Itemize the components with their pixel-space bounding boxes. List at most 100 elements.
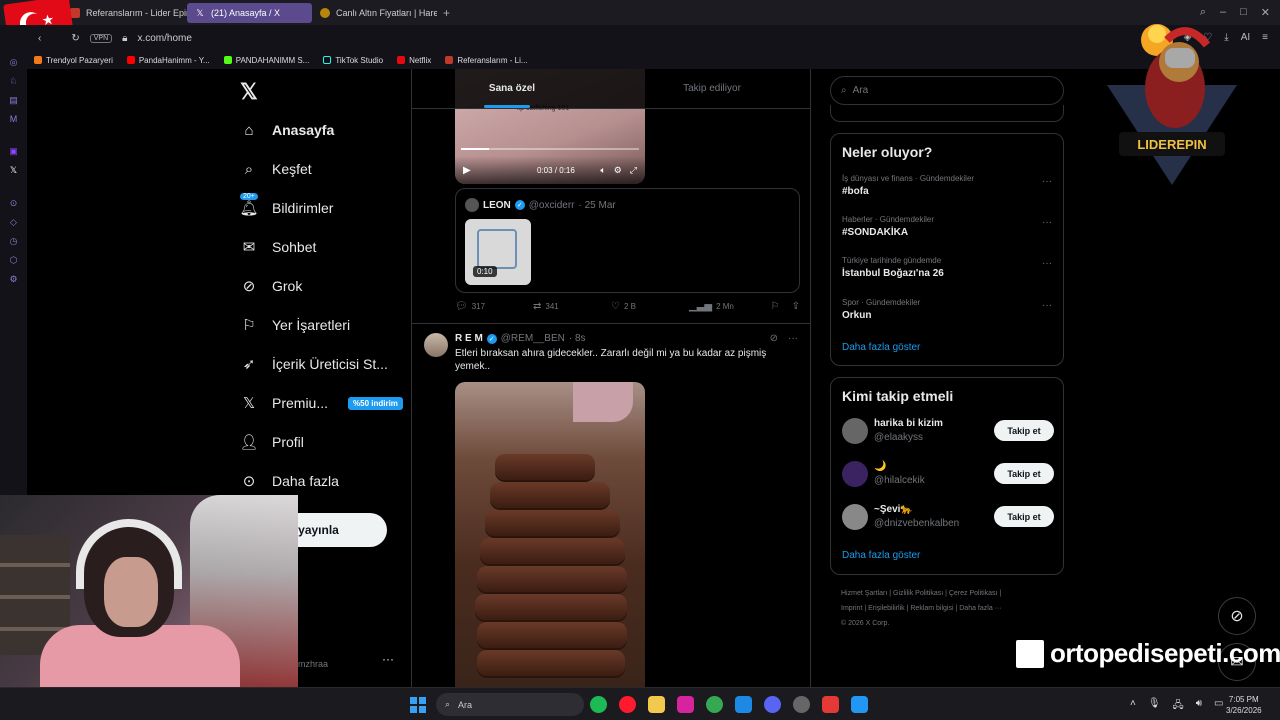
video-settings-icon[interactable]: ⚙ bbox=[614, 165, 622, 176]
reply-button[interactable]: 💬︎ 317 bbox=[455, 301, 533, 312]
more-icon[interactable]: ··· bbox=[788, 333, 798, 344]
more-icon[interactable]: ··· bbox=[1042, 258, 1052, 269]
battery-icon[interactable]: ▭ bbox=[1214, 698, 1223, 715]
menu-icon[interactable]: ≡ bbox=[1262, 32, 1268, 43]
avatar[interactable] bbox=[842, 504, 868, 530]
instagram-icon[interactable] bbox=[677, 696, 694, 713]
app-icon[interactable] bbox=[822, 696, 839, 713]
sidebar-icon-7[interactable]: ⬡ bbox=[10, 255, 18, 266]
video-progress-bar[interactable] bbox=[461, 148, 639, 150]
trend-item[interactable]: Spor · Gündemdekiler Orkun ··· bbox=[842, 298, 1052, 321]
reload-icon[interactable]: ↻ bbox=[71, 33, 79, 44]
bookmark-referanslarim[interactable]: Referanslarım - Li... bbox=[445, 56, 528, 65]
spotify-icon[interactable] bbox=[590, 696, 607, 713]
tab-referanslarim[interactable]: Referanslarım - Lider Epin bbox=[62, 3, 187, 23]
quoted-author-handle[interactable]: @oxciderr bbox=[529, 200, 575, 211]
maximize-icon[interactable]: □ bbox=[1240, 6, 1247, 19]
show-more-link[interactable]: Daha fazla göster bbox=[842, 550, 920, 561]
follow-suggestion[interactable]: 🌙 @hilalcekik Takip et bbox=[842, 459, 1054, 489]
account-more-icon[interactable]: ··· bbox=[382, 652, 394, 666]
follow-button[interactable]: Takip et bbox=[994, 463, 1054, 484]
grok-float-button[interactable]: ⊘ bbox=[1218, 597, 1256, 635]
network-icon[interactable]: 🖧︎ bbox=[1173, 698, 1184, 715]
bookmark-trendyol[interactable]: Trendyol Pazaryeri bbox=[34, 56, 113, 65]
taskbar-search[interactable]: ⌕ Ara bbox=[436, 693, 584, 716]
nav-more[interactable]: ⊙ Daha fazla bbox=[240, 469, 339, 493]
tab-for-you[interactable]: Sana özel bbox=[412, 69, 612, 108]
bookmark-tiktok[interactable]: TikTok Studio bbox=[323, 56, 383, 65]
share-icon[interactable]: ⇪ bbox=[792, 301, 800, 312]
url-field[interactable]: x.com/home bbox=[137, 33, 191, 44]
sidebar-icon-1[interactable]: ◎ bbox=[10, 57, 18, 68]
ai-button[interactable]: AI bbox=[1241, 32, 1250, 43]
grok-icon[interactable]: ⊘ bbox=[770, 333, 778, 344]
avatar[interactable] bbox=[424, 333, 448, 357]
history-icon[interactable]: ◷ bbox=[10, 236, 18, 247]
app-icon[interactable] bbox=[851, 696, 868, 713]
bookmark-post-icon[interactable]: ⚐ bbox=[771, 301, 780, 312]
sidebar-icon-4[interactable]: M bbox=[10, 114, 18, 124]
bookmark-netflix[interactable]: Netflix bbox=[397, 56, 431, 65]
repost-button[interactable]: ⇄ 341 bbox=[533, 301, 611, 312]
quoted-video-thumbnail[interactable]: 0:10 bbox=[465, 219, 531, 285]
nav-creator-studio[interactable]: ➶ İçerik Üreticisi St... bbox=[240, 352, 388, 376]
avatar[interactable] bbox=[842, 461, 868, 487]
sidebar-icon-2[interactable]: ♘ bbox=[9, 76, 17, 87]
trend-item[interactable]: İş dünyası ve finans · Gündemdekiler #bo… bbox=[842, 174, 1052, 197]
twitch-icon[interactable]: ▣ bbox=[9, 146, 18, 157]
tab-following[interactable]: Takip ediliyor bbox=[612, 69, 810, 108]
follow-button[interactable]: Takip et bbox=[994, 506, 1054, 527]
avatar[interactable] bbox=[465, 198, 479, 212]
quoted-author-name[interactable]: LEON bbox=[483, 200, 511, 211]
sidebar-icon-6[interactable]: ◇ bbox=[10, 217, 17, 228]
discord-icon[interactable] bbox=[764, 696, 781, 713]
more-icon[interactable]: ··· bbox=[1042, 300, 1052, 311]
more-icon[interactable]: ··· bbox=[1042, 217, 1052, 228]
follow-suggestion[interactable]: ~Şevi🐆 @dnizvebenkalben Takip et bbox=[842, 502, 1054, 532]
views-button[interactable]: ▁▃▅ 2 Mn bbox=[689, 301, 767, 312]
windows-start-icon[interactable] bbox=[410, 697, 426, 713]
fullscreen-icon[interactable]: ⤢ bbox=[630, 165, 637, 176]
search-input[interactable]: ⌕ Ara bbox=[830, 76, 1064, 105]
post-time[interactable]: · 8s bbox=[569, 333, 586, 344]
nav-explore[interactable]: ⌕ Keşfet bbox=[240, 157, 312, 181]
avatar[interactable] bbox=[842, 418, 868, 444]
trend-item[interactable]: Türkiye tarihinde gündemde İstanbul Boğa… bbox=[842, 256, 1052, 279]
microphone-icon[interactable]: 🎙︎ bbox=[1148, 698, 1161, 715]
quoted-post[interactable]: LEON ✓ @oxciderr · 25 Mar 0:10 bbox=[455, 188, 800, 293]
back-icon[interactable]: ‹ bbox=[38, 33, 41, 44]
like-button[interactable]: ♡ 2 B bbox=[611, 301, 689, 312]
quoted-post-date[interactable]: · 25 Mar bbox=[579, 200, 616, 211]
nav-bookmarks[interactable]: ⚐ Yer İşaretleri bbox=[240, 313, 350, 337]
sidebar-icon-3[interactable]: ▤ bbox=[9, 95, 18, 106]
app-icon[interactable] bbox=[793, 696, 810, 713]
opera-icon[interactable] bbox=[619, 696, 636, 713]
author-name[interactable]: R E M bbox=[455, 333, 483, 344]
play-icon[interactable]: ▶ bbox=[463, 165, 471, 176]
bookmark-kick[interactable]: PANDAHANIMM S... bbox=[223, 56, 309, 65]
close-window-icon[interactable]: ✕ bbox=[1261, 6, 1270, 19]
mute-icon[interactable]: 🔈︎ bbox=[600, 165, 605, 176]
nav-premium[interactable]: 𝕏 Premiu... %50 indirim bbox=[240, 391, 403, 415]
new-tab-icon[interactable]: + bbox=[443, 6, 450, 20]
volume-icon[interactable]: 🔊︎ bbox=[1196, 698, 1202, 715]
more-icon[interactable]: ··· bbox=[1042, 176, 1052, 187]
follow-suggestion[interactable]: harika bi kizim @elaakyss Takip et bbox=[842, 416, 1054, 446]
show-more-link[interactable]: Daha fazla göster bbox=[842, 342, 920, 353]
bookmark-youtube[interactable]: PandaHanimm - Y... bbox=[126, 56, 210, 65]
folder-icon[interactable] bbox=[648, 696, 665, 713]
vpn-badge[interactable]: VPN bbox=[89, 33, 113, 43]
x-sidebar-icon[interactable]: 𝕏 bbox=[10, 165, 17, 176]
nav-messages[interactable]: ✉ Sohbet bbox=[240, 235, 317, 259]
author-handle[interactable]: @REM__BEN bbox=[501, 333, 565, 344]
account-handle[interactable]: mzhraa bbox=[298, 659, 328, 669]
nav-profile[interactable]: 👤︎ Profil bbox=[239, 430, 303, 454]
tray-chevron-icon[interactable]: ˄ bbox=[1130, 698, 1136, 715]
steam-icon[interactable] bbox=[735, 696, 752, 713]
nav-notifications[interactable]: 🔔︎ 20+ Bildirimler bbox=[239, 193, 333, 220]
tab-altin-fiyatlari[interactable]: Canlı Altın Fiyatları | Haren bbox=[312, 3, 437, 23]
settings-icon[interactable]: ⚙ bbox=[9, 274, 17, 285]
x-logo-icon[interactable]: 𝕏 bbox=[240, 79, 258, 105]
tab-x-home[interactable]: 𝕏 (21) Anasayfa / X bbox=[187, 2, 312, 23]
taskbar-clock[interactable]: 7:05 PM 3/26/2026 bbox=[1226, 694, 1262, 716]
